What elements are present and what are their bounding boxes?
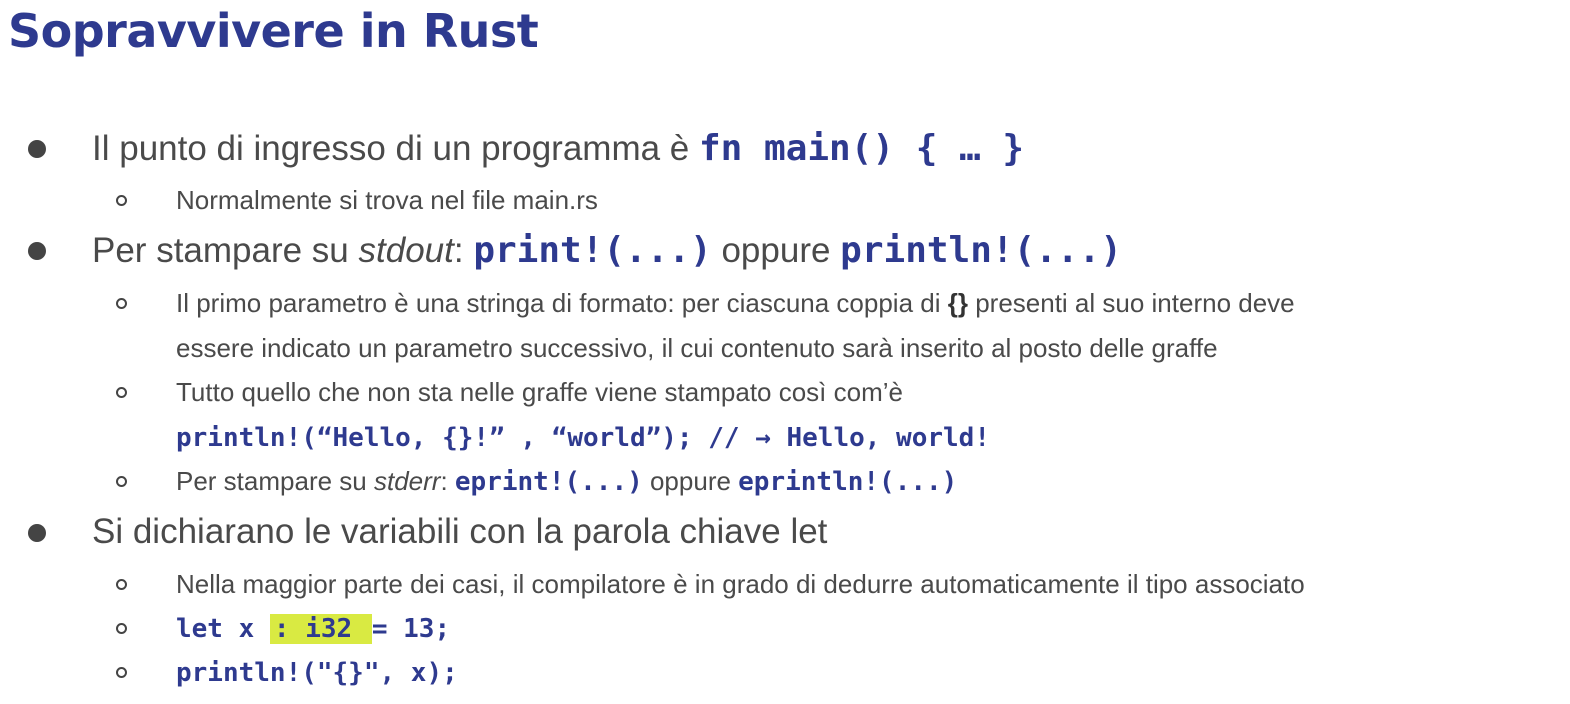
braces-symbol: {} bbox=[947, 288, 968, 318]
format-line2: essere indicato un parametro successivo,… bbox=[176, 333, 1218, 363]
bullet-dot-icon bbox=[28, 524, 46, 542]
print-macro-code: print!(...) bbox=[473, 230, 712, 271]
bullet-circle-icon bbox=[116, 667, 127, 678]
print-colon: : bbox=[453, 231, 474, 270]
main-fn-code: fn main() { … } bbox=[699, 128, 1025, 169]
main-rs-text: Normalmente si trova nel file main.rs bbox=[176, 185, 598, 215]
format-part2: presenti al suo interno deve bbox=[967, 288, 1295, 318]
let-x-code: let x bbox=[176, 614, 270, 644]
format-part1: Il primo parametro è una stringa di form… bbox=[176, 288, 948, 318]
bullet-circle-icon bbox=[116, 195, 127, 206]
stderr-word: stderr bbox=[373, 466, 441, 496]
bullet-dot-icon bbox=[28, 140, 46, 158]
bullet-circle-icon bbox=[116, 579, 127, 590]
print-text: Per stampare su stdout: print!(...) oppu… bbox=[92, 230, 1122, 271]
stderr-colon: : bbox=[440, 466, 455, 496]
eprintln-macro-code: eprintln!(...) bbox=[738, 467, 958, 497]
entry-point-text: Il punto di ingresso di un programma è f… bbox=[92, 128, 1024, 169]
println-macro-code: println!(...) bbox=[840, 230, 1122, 271]
stderr-or: oppure bbox=[642, 466, 739, 496]
let-text: Si dichiarano le variabili con la parola… bbox=[92, 512, 828, 551]
type-inference-text: Nella maggior parte dei casi, il compila… bbox=[176, 569, 1305, 599]
literal-text: Tutto quello che non sta nelle graffe vi… bbox=[176, 377, 903, 407]
eprint-macro-code: eprint!(...) bbox=[454, 467, 643, 497]
bullet-dot-icon bbox=[28, 242, 46, 260]
assignment-code: = 13; bbox=[371, 614, 451, 644]
type-annotation-highlight: : i32 bbox=[269, 614, 372, 644]
entry-label: Il punto di ingresso di un programma è bbox=[92, 129, 699, 168]
bullet-circle-icon bbox=[116, 387, 127, 398]
stderr-text: Per stampare su stderr: eprint!(...) opp… bbox=[176, 466, 957, 497]
bullet-circle-icon bbox=[116, 476, 127, 487]
format-string-text: Il primo parametro è una stringa di form… bbox=[176, 288, 1295, 319]
println-x-code: println!("{}", x); bbox=[176, 658, 458, 688]
hello-world-code: println!(“Hello, {}!” , “world”); // → H… bbox=[176, 423, 990, 453]
slide-title: Sopravvivere in Rust bbox=[8, 4, 539, 58]
bullet-circle-icon bbox=[116, 298, 127, 309]
print-prefix: Per stampare su bbox=[92, 231, 359, 270]
stdout-word: stdout bbox=[358, 231, 454, 270]
stderr-prefix: Per stampare su bbox=[176, 466, 374, 496]
bullet-circle-icon bbox=[116, 623, 127, 634]
let-code-line: let x : i32 = 13; bbox=[176, 613, 450, 644]
print-or: oppure bbox=[711, 231, 841, 270]
